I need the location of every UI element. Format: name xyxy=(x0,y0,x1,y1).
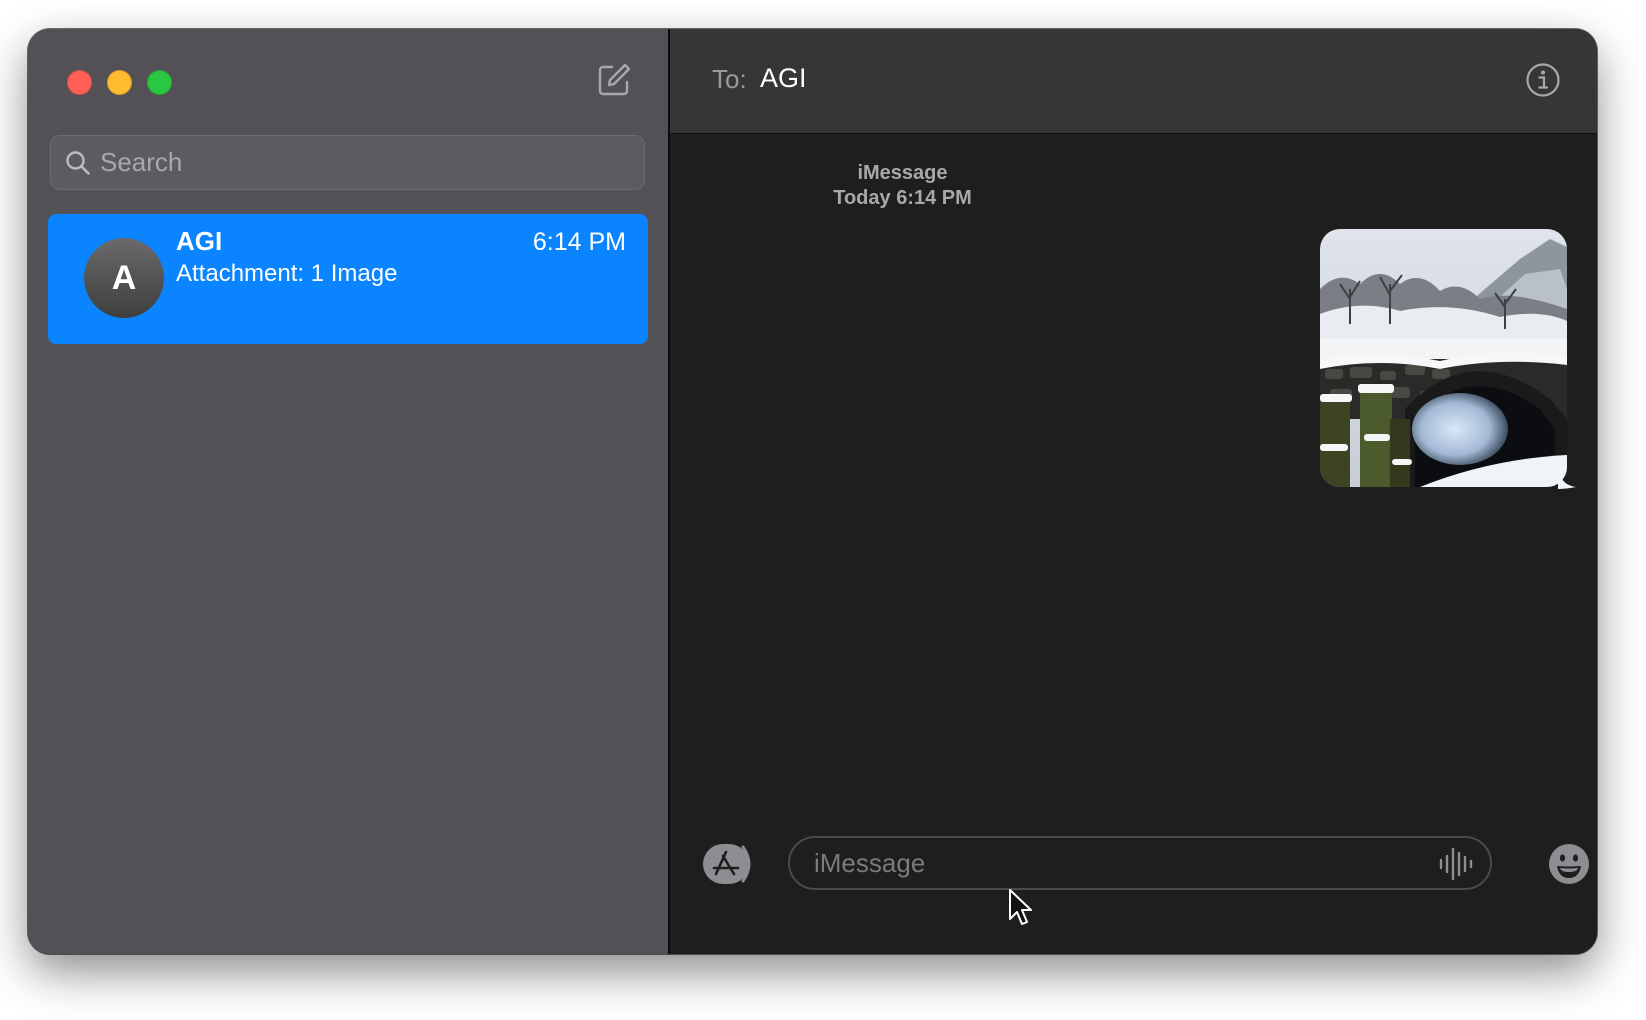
search-input[interactable] xyxy=(100,135,630,190)
conversation-pane: To: AGI iMessage Today 6:14 PM xyxy=(670,29,1597,954)
minimize-window-button[interactable] xyxy=(107,70,132,95)
avatar-initial: A xyxy=(111,258,137,297)
to-label: To: xyxy=(712,64,747,94)
recipient-name[interactable]: AGI xyxy=(760,63,807,94)
message-input[interactable] xyxy=(814,838,1414,888)
emoji-icon xyxy=(1549,844,1589,884)
snowy-bridge-image xyxy=(1320,229,1567,487)
conversation-name: AGI xyxy=(176,226,223,256)
apps-button[interactable] xyxy=(703,844,758,884)
conversation-time: 6:14 PM xyxy=(532,228,626,256)
audio-waveform-icon xyxy=(1439,847,1473,881)
emoji-button[interactable] xyxy=(1548,843,1590,885)
avatar: A xyxy=(84,238,164,318)
details-button[interactable] xyxy=(1525,62,1561,98)
close-window-button[interactable] xyxy=(67,70,92,95)
app-store-icon xyxy=(703,844,751,884)
conversation-header: To: AGI xyxy=(670,29,1597,134)
conversation-item-agi[interactable]: A AGI 6:14 PM Attachment: 1 Image xyxy=(48,214,648,344)
zoom-window-button[interactable] xyxy=(147,70,172,95)
image-attachment[interactable] xyxy=(1320,229,1567,487)
service-label: iMessage xyxy=(857,162,948,184)
thread-header: iMessage Today 6:14 PM xyxy=(670,161,1135,211)
sidebar: A AGI 6:14 PM Attachment: 1 Image xyxy=(28,29,668,954)
message-field[interactable] xyxy=(788,836,1492,890)
audio-message-button[interactable] xyxy=(1438,847,1474,881)
compose-icon xyxy=(598,63,631,96)
info-icon xyxy=(1526,63,1560,97)
messages-window: A AGI 6:14 PM Attachment: 1 Image To: AG… xyxy=(28,29,1597,954)
bubble-tail xyxy=(1558,467,1576,489)
search-icon xyxy=(66,151,90,175)
compose-button[interactable] xyxy=(596,62,632,98)
search-field[interactable] xyxy=(50,135,645,190)
thread-timestamp: Today 6:14 PM xyxy=(833,187,972,209)
conversation-preview: Attachment: 1 Image xyxy=(176,260,398,287)
